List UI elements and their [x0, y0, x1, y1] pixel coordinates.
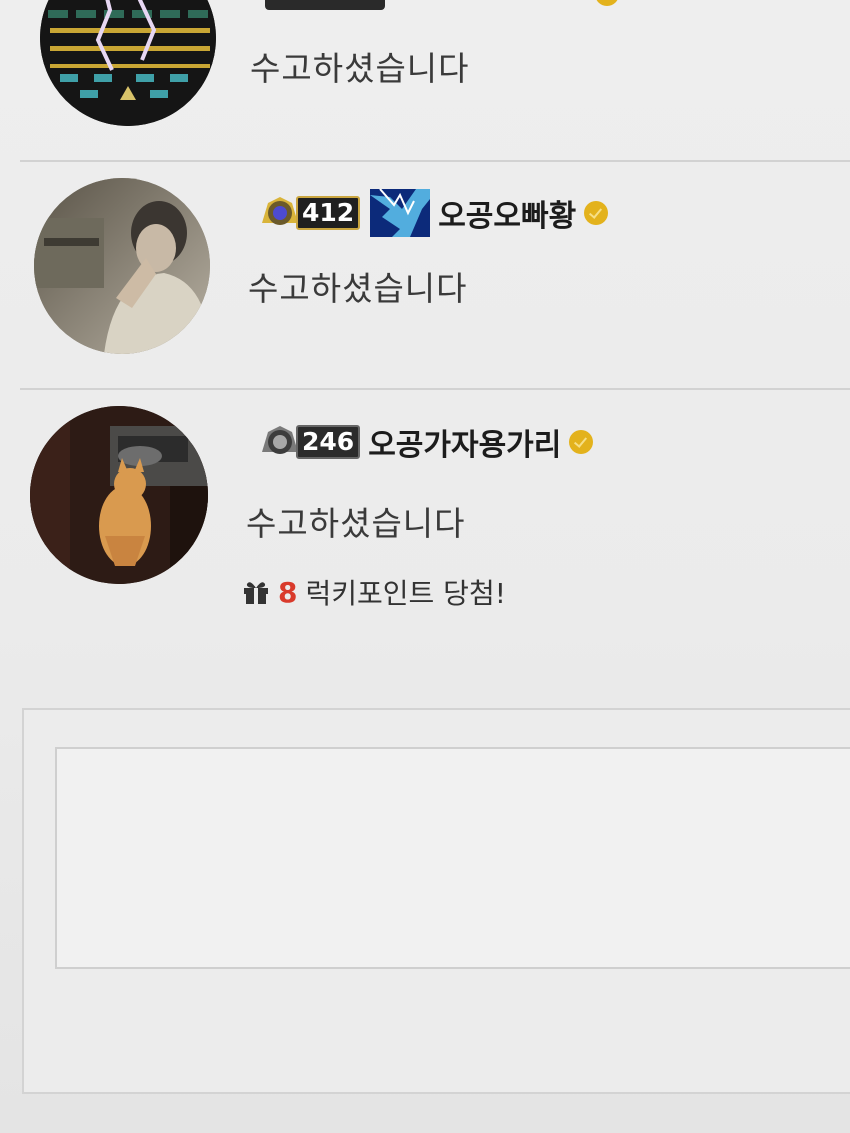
avatar-image — [40, 0, 216, 126]
verified-badge-icon — [584, 201, 609, 225]
comment-text: 수고하셨습니다 — [248, 269, 468, 308]
lucky-point-count: 8 — [278, 575, 298, 609]
avatar[interactable] — [40, 0, 216, 126]
comment-author-line: 246 오공가자용가리 — [258, 420, 594, 464]
level-badge: 412 — [258, 194, 361, 232]
avatar[interactable] — [34, 178, 210, 354]
comment-divider — [20, 160, 850, 162]
level-badge: 246 — [258, 423, 361, 461]
avatar[interactable] — [30, 406, 208, 584]
verified-badge-icon — [595, 0, 619, 6]
lucky-point-notice: 8 럭키포인트 당첨! — [242, 572, 506, 612]
avatar-image — [30, 406, 208, 584]
gift-icon — [244, 582, 268, 604]
level-number: 412 — [296, 196, 361, 230]
level-medal-icon — [265, 0, 385, 10]
comment-section: 수고하셨습니다 412 오공오빠황 수고하셨습니다 246 오공가자용가리 수고… — [0, 0, 850, 1133]
verified-badge-icon — [569, 430, 594, 454]
comment-author-name[interactable]: 오공가자용가리 — [368, 420, 561, 464]
comment-text: 수고하셨습니다 — [246, 504, 466, 543]
avatar-image — [34, 178, 210, 354]
level-number: 246 — [296, 425, 361, 459]
lucky-point-label: 럭키포인트 당첨! — [305, 577, 506, 610]
comment-divider — [20, 388, 850, 390]
comment-author-name[interactable]: 오공오빠황 — [438, 191, 576, 235]
nickname-icon — [370, 189, 431, 237]
comment-author-line — [265, 0, 619, 10]
comment-author-line: 412 오공오빠황 — [258, 189, 609, 237]
comment-text: 수고하셨습니다 — [250, 49, 470, 88]
comment-input[interactable] — [55, 747, 850, 969]
